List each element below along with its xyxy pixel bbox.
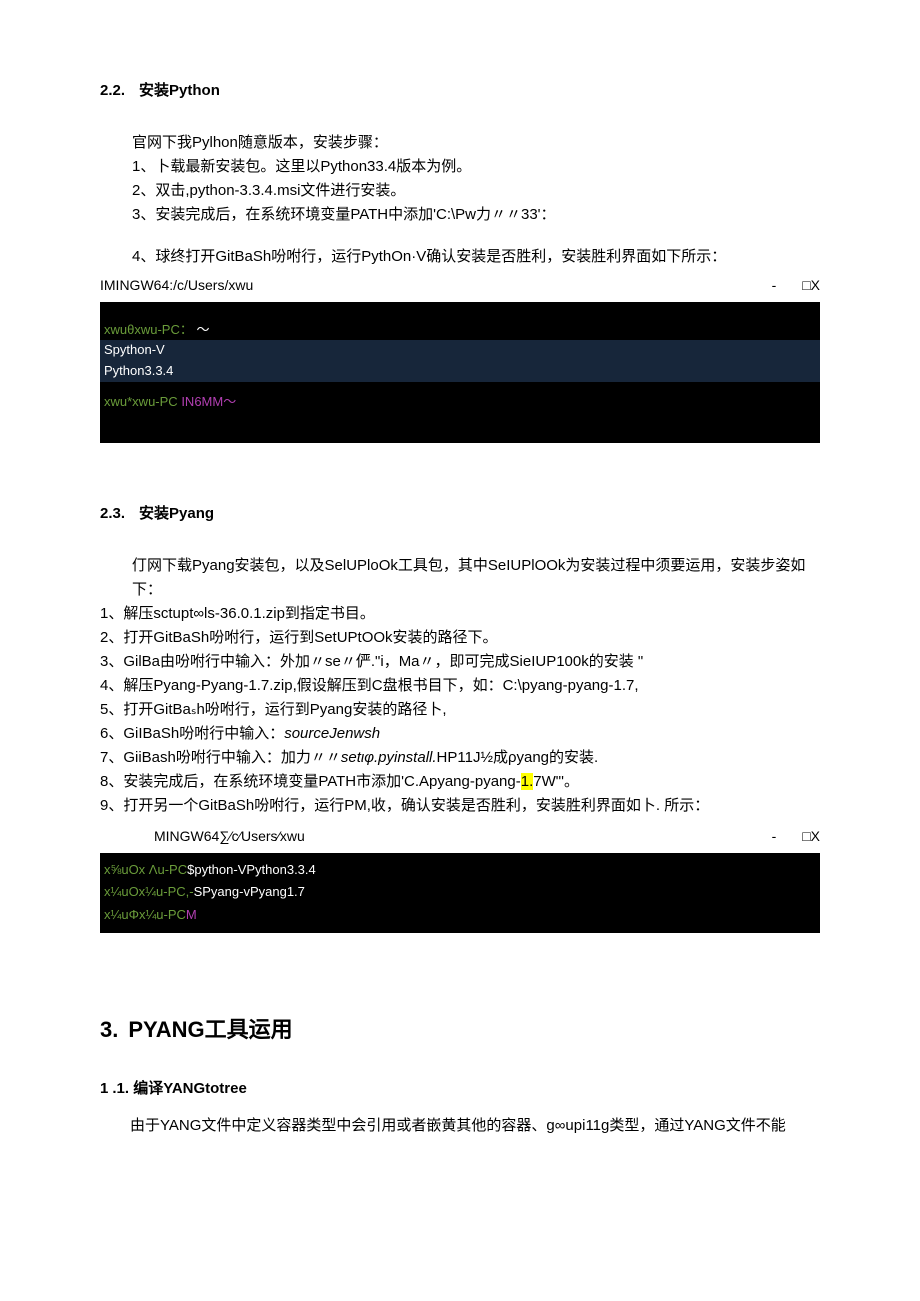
terminal-blank	[100, 382, 820, 392]
terminal-line-3: x¼uΦx¼u-PCM	[100, 904, 820, 927]
terminal-title-text: IMINGW64:/c/Users/xwu	[100, 275, 253, 296]
terminal-path: IN6MM～	[181, 394, 236, 409]
section-title: .1. 编译YANGtotree	[112, 1080, 246, 1097]
step-8: 8、安装完成后，在系统环境变量PATH市添加'C.Apyang-pyang-1.…	[100, 770, 820, 794]
chapter-number: 3.	[100, 1017, 118, 1042]
section-title: 安装Pyang	[139, 505, 214, 522]
close-icon: □X	[802, 828, 820, 844]
step-2: 2、打开GitBaSh吩咐行，运行到SetUPtOOk安装的路径下。	[100, 626, 820, 650]
chapter-title: PYANG工具运用	[128, 1017, 292, 1042]
step-4: 4、解压Pyang-Pyang-1.7.zip,假设解压到C盘根书目下，如：C:…	[100, 674, 820, 698]
terminal-path: M	[186, 907, 197, 922]
section-2-3-steps: 1、解压sctupt∞ls-36.0.1.zip到指定书目。 2、打开GitBa…	[100, 602, 820, 818]
step-5: 5、打开GitBaₛh吩咐行，运行到Pyang安装的路径卜,	[100, 698, 820, 722]
terminal-cmd-output: SPyang-vPyang1.7	[194, 884, 305, 899]
step-7: 7、GiiBash吩咐行中输入：加力〃〃setιφ.pyinstall.HP11…	[100, 746, 820, 770]
blank-line	[132, 227, 820, 245]
intro-text: 官网下我Pylhon随意版本，安装步骤：	[132, 131, 820, 155]
terminal-body: xwuθxwu-PC： ～ Spython-V Python3.3.4 xwu*…	[100, 302, 820, 444]
terminal-line-2: x¼uOx¼u-PC,-SPyang-vPyang1.7	[100, 881, 820, 904]
terminal-window-2: MINGW64∑⁄c⁄Users⁄xwu - □X x⅝uOx Λu-PC$py…	[100, 824, 820, 934]
step-6: 6、GiIBaSh吩咐行中输入：sourceJenwsh	[100, 722, 820, 746]
terminal-line-prompt2: xwu*xwu-PC IN6MM～	[100, 392, 820, 413]
terminal-blank	[100, 413, 820, 437]
intro-text: 仃网下载Pyang安装包，以及SelUPloOk工具包，其中SeIUPlOOk为…	[132, 554, 820, 602]
window-controls: - □X	[750, 826, 820, 847]
section-2-3-heading: 2.3. 安装Pyang	[100, 503, 820, 526]
terminal-title-text: MINGW64∑⁄c⁄Users⁄xwu	[154, 826, 305, 847]
terminal-titlebar: MINGW64∑⁄c⁄Users⁄xwu - □X	[100, 824, 820, 853]
close-icon: □X	[802, 277, 820, 293]
step-4: 4、球终打开GitBaSh吩咐行，运行PythOn·V确认安装是否胜利，安装胜利…	[132, 245, 820, 269]
terminal-line-output: Python3.3.4	[100, 361, 820, 382]
section-title: 安装Python	[139, 82, 220, 99]
step-2: 2、双击,python-3.3.4.msi文件进行安装。	[132, 179, 820, 203]
minimize-icon: -	[772, 828, 777, 844]
terminal-cmd-output: $python-VPython3.3.4	[187, 862, 316, 877]
step-1: 1、卜载最新安装包。这里以Python33.4版本为例。	[132, 155, 820, 179]
terminal-user-host: xwuθxwu-PC：	[104, 322, 193, 337]
terminal-window-1: IMINGW64:/c/Users/xwu - □X xwuθxwu-PC： ～…	[100, 273, 820, 444]
section-number: 1	[100, 1080, 108, 1097]
terminal-titlebar: IMINGW64:/c/Users/xwu - □X	[100, 273, 820, 302]
terminal-user-host: x⅝uOx Λu-PC	[104, 862, 187, 877]
terminal-user-host: xwu*xwu-PC	[104, 394, 178, 409]
terminal-line-command: Spython-V	[100, 340, 820, 361]
step-3: 3、安装完成后，在系统环境变量PATH中添加'C:\Pw力〃〃33'：	[132, 203, 820, 227]
terminal-output: Python3.3.4	[104, 363, 173, 378]
section-number: 2.3.	[100, 505, 125, 522]
terminal-line-1: x⅝uOx Λu-PC$python-VPython3.3.4	[100, 859, 820, 882]
highlighted-text: 1.	[521, 773, 534, 790]
terminal-tilde: ～	[196, 322, 209, 337]
section-2-3-intro: 仃网下载Pyang安装包，以及SelUPloOk工具包，其中SeIUPlOOk为…	[132, 554, 820, 602]
step-9: 9、打开另一个GitBaSh吩咐行，运行PM,收，确认安装是否胜利，安装胜利界面…	[100, 794, 820, 818]
step-3: 3、GilBa由吩咐行中输入：外加〃se〃俨."i，Ma〃，即可完成SieIUP…	[100, 650, 820, 674]
section-3-1-heading: 1.1. 编译YANGtotree	[100, 1078, 820, 1101]
terminal-cmd: Spython-V	[104, 342, 165, 357]
section-number: 2.2.	[100, 82, 125, 99]
terminal-line-prompt: xwuθxwu-PC： ～	[100, 320, 820, 341]
terminal-body: x⅝uOx Λu-PC$python-VPython3.3.4 x¼uOx¼u-…	[100, 853, 820, 934]
section-3-1-paragraph: 由于YANG文件中定义容器类型中会引用或者嵌黄其他的容器、g∞upi11g类型，…	[100, 1115, 820, 1138]
step-1: 1、解压sctupt∞ls-36.0.1.zip到指定书目。	[100, 602, 820, 626]
chapter-3-heading: 3. PYANG工具运用	[100, 1013, 820, 1046]
command-text: setιφ.pyinstall.	[341, 749, 437, 766]
command-text: sourceJenwsh	[284, 725, 380, 742]
section-2-2-body: 官网下我Pylhon随意版本，安装步骤： 1、卜载最新安装包。这里以Python…	[132, 131, 820, 269]
minimize-icon: -	[772, 277, 777, 293]
terminal-blank	[100, 308, 820, 320]
section-2-2-heading: 2.2. 安装Python	[100, 80, 820, 103]
window-controls: - □X	[750, 275, 820, 296]
terminal-user-host: x¼uΦx¼u-PC	[104, 907, 186, 922]
terminal-user-host: x¼uOx¼u-PC,-	[104, 884, 194, 899]
